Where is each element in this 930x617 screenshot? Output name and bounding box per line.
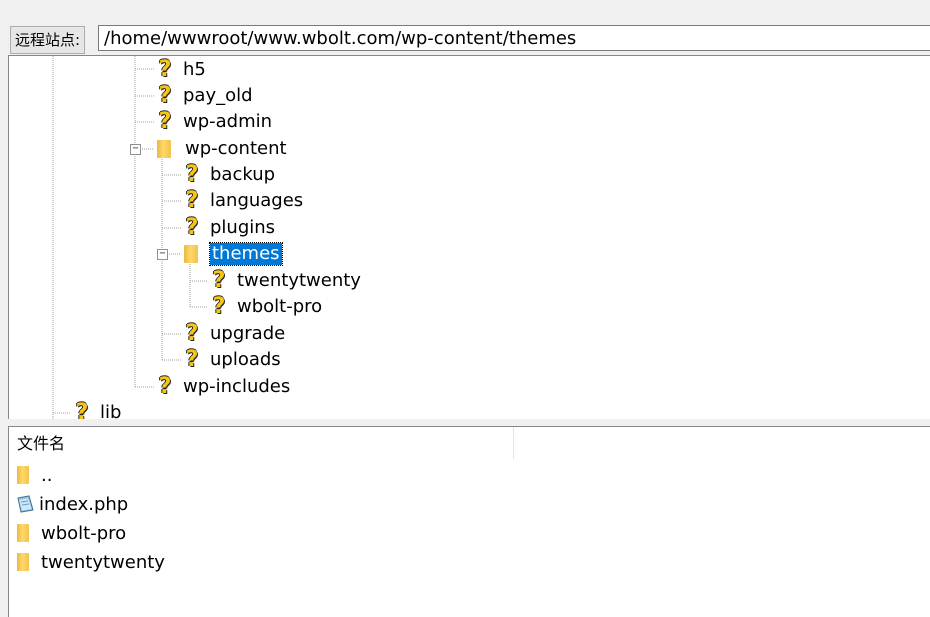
tree-item-label: h5 <box>183 59 206 80</box>
tree-item-label: lib <box>100 402 122 420</box>
collapse-themes-button[interactable]: − <box>157 249 168 260</box>
remote-directory-tree[interactable]: − − ? h5 ? pay_old ? wp-admin wp-content… <box>8 55 930 420</box>
question-icon: ? <box>158 374 172 399</box>
file-name: index.php <box>39 493 129 515</box>
file-row[interactable]: .. <box>15 461 52 489</box>
remote-path-bar: 远程站点: /home/wwwroot/www.wbolt.com/wp-con… <box>0 20 930 56</box>
tree-item-label: wp-admin <box>183 111 273 132</box>
question-icon: ? <box>158 109 172 134</box>
tree-item-label: upgrade <box>210 323 286 344</box>
remote-file-list[interactable]: 文件名 .. index.php wbolt-pro twentytwenty <box>8 426 930 617</box>
folder-icon <box>17 524 29 542</box>
tree-item-label: wbolt-pro <box>237 296 323 317</box>
tree-item-label: uploads <box>210 349 281 370</box>
question-icon: ? <box>185 321 199 346</box>
column-header-filename[interactable]: 文件名 <box>9 427 514 459</box>
question-icon: ? <box>185 347 199 372</box>
question-icon: ? <box>75 400 89 421</box>
file-row[interactable]: wbolt-pro <box>15 519 126 547</box>
question-icon: ? <box>212 294 226 319</box>
tree-item[interactable]: ? wp-includes <box>155 374 292 400</box>
tree-item-label: wp-content <box>185 138 287 159</box>
tree-item[interactable]: ? lib <box>72 400 123 421</box>
folder-icon <box>184 245 198 263</box>
question-icon: ? <box>158 57 172 82</box>
php-file-icon <box>15 494 35 514</box>
file-name: .. <box>41 464 53 486</box>
question-icon: ? <box>158 83 172 108</box>
toolbar-strip <box>0 0 930 20</box>
tree-item-label: backup <box>210 164 276 185</box>
tree-item[interactable]: ? pay_old <box>155 83 255 109</box>
file-row[interactable]: twentytwenty <box>15 548 165 576</box>
tree-item-label: plugins <box>210 217 276 238</box>
tree-item-label: twentytwenty <box>237 270 361 291</box>
folder-icon <box>17 466 29 484</box>
tree-item-label-selected: themes <box>209 242 283 266</box>
question-icon: ? <box>185 188 199 213</box>
pane-splitter[interactable] <box>0 419 930 426</box>
tree-item[interactable]: ? wbolt-pro <box>209 294 324 320</box>
question-icon: ? <box>212 268 226 293</box>
tree-connector-lines <box>52 56 208 420</box>
file-row[interactable]: index.php <box>15 490 128 518</box>
tree-item-label: languages <box>210 190 304 211</box>
tree-item[interactable]: ? twentytwenty <box>209 268 363 294</box>
tree-item[interactable]: ? plugins <box>182 215 277 241</box>
tree-item[interactable]: ? h5 <box>155 57 208 83</box>
tree-item-label: pay_old <box>183 85 253 106</box>
tree-item[interactable]: ? languages <box>182 188 305 214</box>
tree-item[interactable]: ? wp-admin <box>155 109 274 135</box>
file-name: wbolt-pro <box>41 522 127 544</box>
tree-item-wp-content[interactable]: wp-content <box>155 136 289 162</box>
tree-item-themes[interactable]: themes <box>182 241 283 267</box>
tree-item[interactable]: ? upgrade <box>182 321 287 347</box>
question-icon: ? <box>185 162 199 187</box>
tree-item[interactable]: ? backup <box>182 162 277 188</box>
remote-site-label: 远程站点: <box>10 26 86 54</box>
remote-path-input[interactable]: /home/wwwroot/www.wbolt.com/wp-content/t… <box>98 25 930 51</box>
tree-item[interactable]: ? uploads <box>182 347 283 373</box>
question-icon: ? <box>185 215 199 240</box>
file-name: twentytwenty <box>41 551 165 573</box>
tree-item-label: wp-includes <box>183 376 291 397</box>
folder-icon <box>17 553 29 571</box>
collapse-wp-content-button[interactable]: − <box>130 144 141 155</box>
folder-icon <box>157 140 171 158</box>
